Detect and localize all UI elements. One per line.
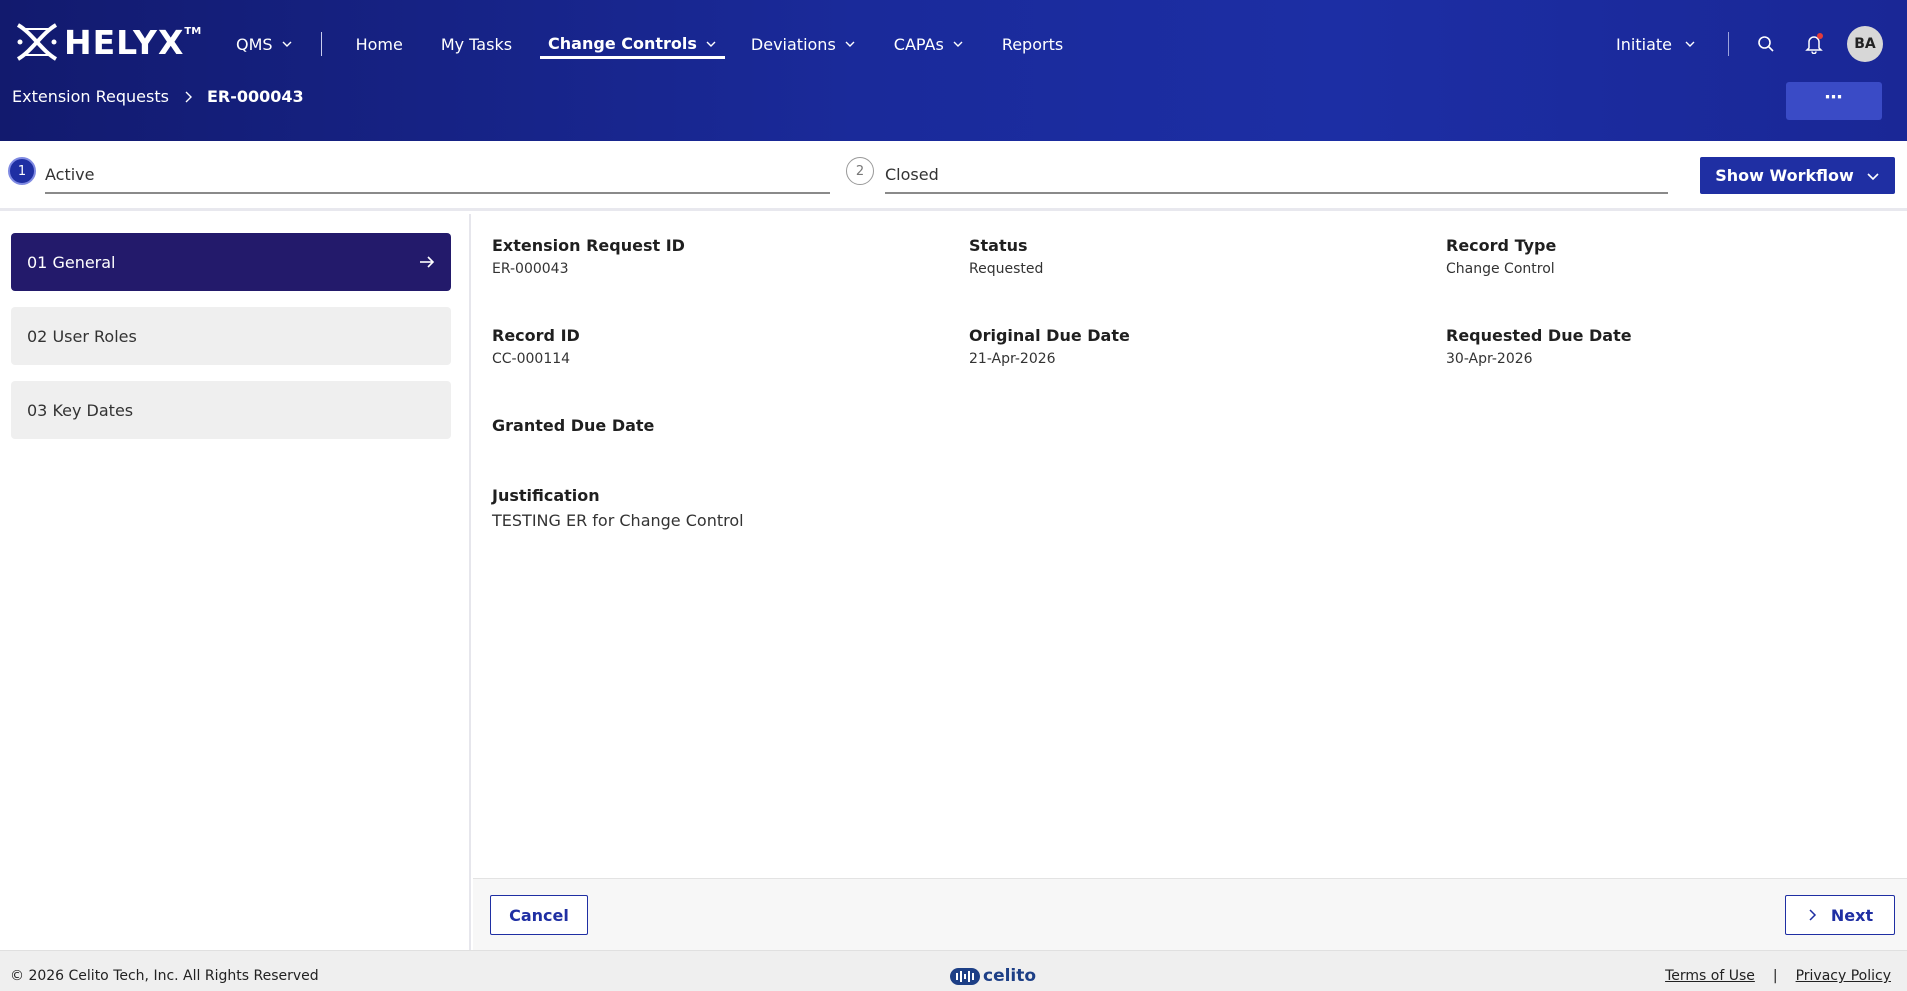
section-nav: 01 General 02 User Roles 03 Key Dates [0, 214, 471, 950]
field-extension-request-id: Extension Request ID ER-000043 [492, 236, 685, 277]
field-label: Record Type [1446, 236, 1557, 255]
cancel-button[interactable]: Cancel [490, 895, 588, 935]
section-item-label: 02 User Roles [27, 326, 137, 346]
field-justification: Justification TESTING ER for Change Cont… [492, 486, 744, 530]
notification-dot [1817, 33, 1823, 39]
chevron-down-icon [706, 41, 716, 47]
section-item-general[interactable]: 01 General [11, 233, 451, 291]
breadcrumb-parent-link[interactable]: Extension Requests [12, 87, 169, 106]
step-label: Active [45, 165, 95, 184]
nav-item-change-controls[interactable]: Change Controls [540, 26, 725, 59]
footer-links: Terms of Use | Privacy Policy [1665, 968, 1891, 984]
field-value: 21-Apr-2026 [969, 351, 1056, 367]
field-label: Status [969, 236, 1028, 255]
nav-item-label: CAPAs [893, 34, 944, 54]
nav-item-qms[interactable]: QMS [232, 26, 297, 62]
field-original-due-date: Original Due Date 21-Apr-2026 [969, 326, 1130, 367]
breadcrumb-current: ER-000043 [206, 87, 304, 106]
section-item-label: 01 General [27, 252, 116, 272]
more-icon: ⋯ [1824, 86, 1844, 108]
chevron-down-icon [953, 41, 963, 47]
step-progress-line [885, 192, 1668, 194]
search-button[interactable] [1755, 33, 1777, 55]
field-value: Change Control [1446, 261, 1555, 277]
initiate-dropdown[interactable]: Initiate [1616, 35, 1696, 54]
field-label: Original Due Date [969, 326, 1130, 345]
user-avatar[interactable]: BA [1847, 26, 1883, 62]
field-value: ER-000043 [492, 261, 569, 277]
privacy-policy-link[interactable]: Privacy Policy [1796, 968, 1891, 984]
main-nav: QMS Home My Tasks Change Controls Deviat… [232, 26, 1097, 62]
chevron-right-icon [185, 91, 192, 102]
field-value: 30-Apr-2026 [1446, 351, 1533, 367]
breadcrumb: Extension Requests ER-000043 [12, 87, 304, 106]
form-action-bar: Cancel Next [473, 878, 1907, 950]
nav-item-label: QMS [236, 34, 273, 54]
nav-item-label: Change Controls [548, 34, 697, 53]
helyx-logo[interactable]: HELYX TM [14, 22, 201, 62]
top-header: HELYX TM QMS Home My Tasks Change Contro… [0, 0, 1907, 141]
workflow-step-closed: 2 [846, 157, 874, 185]
next-label: Next [1830, 905, 1874, 925]
header-actions: Initiate BA [1616, 24, 1883, 64]
nav-item-home[interactable]: Home [352, 26, 407, 62]
field-requested-due-date: Requested Due Date 30-Apr-2026 [1446, 326, 1632, 367]
field-label: Record ID [492, 326, 580, 345]
field-label: Extension Request ID [492, 236, 685, 255]
cancel-label: Cancel [509, 905, 569, 925]
step-progress-line [45, 192, 830, 194]
field-record-type: Record Type Change Control [1446, 236, 1556, 277]
nav-item-label: Home [355, 34, 403, 54]
step-number: 1 [8, 157, 36, 185]
nav-item-my-tasks[interactable]: My Tasks [437, 26, 516, 62]
field-label: Granted Due Date [492, 416, 655, 435]
nav-item-label: My Tasks [440, 34, 513, 54]
chevron-down-icon [282, 41, 292, 47]
step-number: 2 [846, 157, 874, 185]
nav-item-reports[interactable]: Reports [998, 26, 1067, 62]
next-button[interactable]: Next [1785, 895, 1895, 935]
nav-divider [320, 32, 322, 56]
nav-item-label: Reports [1001, 34, 1064, 54]
nav-item-label: Deviations [750, 34, 836, 54]
field-label: Requested Due Date [1446, 326, 1632, 345]
show-workflow-button[interactable]: Show Workflow [1700, 157, 1895, 194]
section-item-key-dates[interactable]: 03 Key Dates [11, 381, 451, 439]
field-value: Requested [969, 261, 1044, 277]
celito-mark-icon [950, 967, 980, 985]
chevron-down-icon [845, 41, 855, 47]
helyx-dna-icon [16, 23, 58, 61]
search-icon [1758, 36, 1774, 52]
field-value: TESTING ER for Change Control [492, 511, 744, 530]
step-label: Closed [885, 165, 939, 184]
page-footer: © 2026 Celito Tech, Inc. All Rights Rese… [0, 950, 1907, 991]
show-workflow-label: Show Workflow [1715, 166, 1854, 185]
workflow-step-active: 1 [8, 157, 36, 185]
nav-item-deviations[interactable]: Deviations [747, 26, 860, 62]
workflow-stepper [0, 141, 1907, 211]
celito-brand-text: celito [983, 966, 1037, 986]
header-divider [1728, 32, 1729, 56]
logo-trademark: TM [184, 26, 202, 37]
more-actions-button[interactable]: ⋯ [1786, 82, 1882, 120]
section-item-label: 03 Key Dates [27, 400, 134, 420]
chevron-down-icon [1685, 41, 1695, 47]
chevron-right-icon [1809, 909, 1816, 921]
field-granted-due-date: Granted Due Date [492, 416, 654, 441]
notifications-button[interactable] [1803, 33, 1825, 55]
field-status: Status Requested [969, 236, 1043, 277]
field-value: CC-000114 [492, 351, 571, 367]
field-label: Justification [492, 486, 600, 505]
section-item-user-roles[interactable]: 02 User Roles [11, 307, 451, 365]
arrow-right-icon [420, 256, 435, 268]
terms-of-use-link[interactable]: Terms of Use [1665, 968, 1755, 984]
footer-separator: | [1772, 968, 1778, 984]
copyright-text: © 2026 Celito Tech, Inc. All Rights Rese… [10, 968, 319, 984]
field-record-id: Record ID CC-000114 [492, 326, 580, 367]
celito-logo: celito [950, 966, 1036, 986]
nav-item-capas[interactable]: CAPAs [890, 26, 968, 62]
chevron-down-icon [1867, 172, 1879, 180]
logo-text: HELYX [64, 22, 185, 62]
initiate-label: Initiate [1616, 34, 1672, 54]
